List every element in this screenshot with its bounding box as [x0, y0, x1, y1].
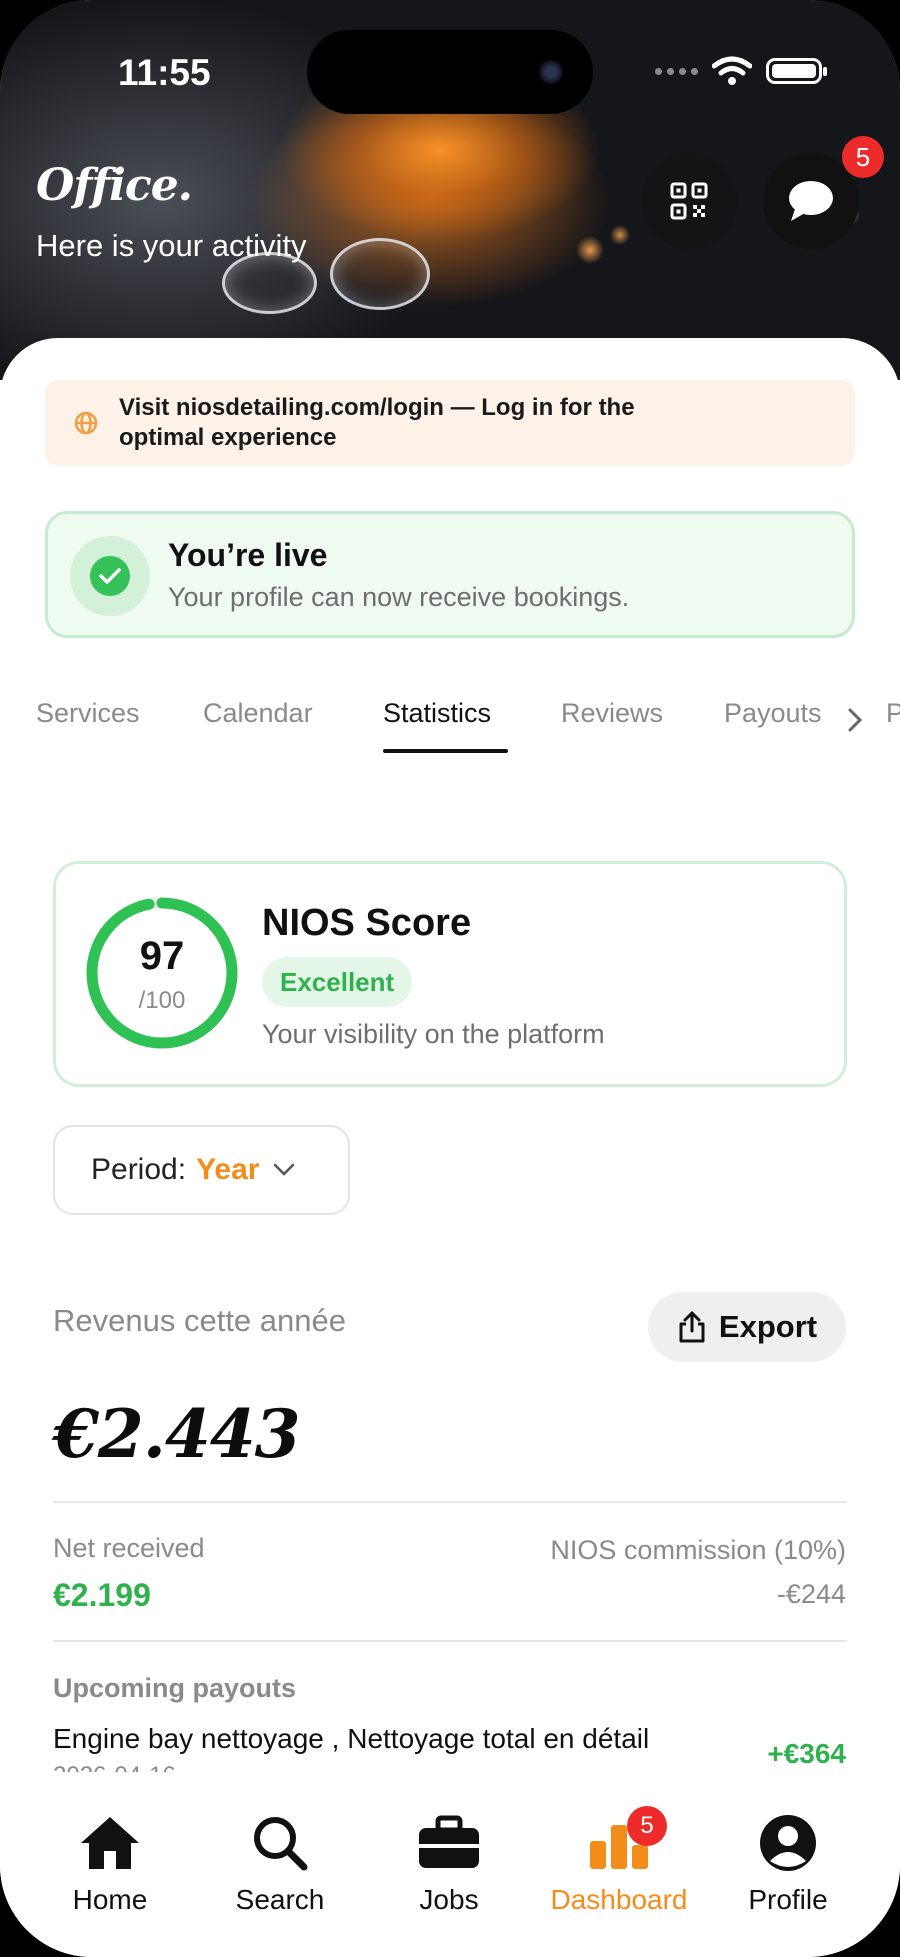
net-received-label: Net received [53, 1533, 205, 1563]
app-screen: 11:55 Office. Here is your activity 5 Vi… [0, 0, 900, 1957]
upcoming-payouts-label: Upcoming payouts [53, 1673, 297, 1703]
score-rating-badge: Excellent [262, 957, 413, 1007]
tab-services[interactable]: Services [36, 698, 140, 729]
headlight-right [330, 238, 430, 310]
export-button[interactable]: Export [648, 1292, 846, 1362]
nav-search-label: Search [235, 1884, 325, 1915]
dashboard-badge: 5 [627, 1806, 667, 1846]
globe-icon [74, 411, 98, 435]
nav-search[interactable]: Search [200, 1808, 360, 1916]
divider [53, 1640, 847, 1642]
score-max: /100 [138, 987, 186, 1014]
search-icon [254, 1817, 308, 1871]
briefcase-icon [419, 1815, 479, 1868]
commission-value: -€244 [776, 1579, 846, 1609]
tab-calendar[interactable]: Calendar [203, 698, 313, 729]
banner-text: Visit niosdetailing.com/login — Log in f… [119, 394, 635, 451]
payout-item-title: Engine bay nettoyage , Nettoyage total e… [53, 1723, 650, 1754]
live-status-card: You’re live Your profile can now receive… [45, 511, 855, 638]
nav-dashboard-label: Dashboard [550, 1884, 688, 1915]
revenue-amount: €2.443 [53, 1395, 301, 1473]
section-tabs: Services Calendar Statistics Reviews Pay… [0, 690, 900, 760]
nav-profile[interactable]: Profile [708, 1808, 868, 1916]
tab-statistics[interactable]: Statistics [383, 698, 491, 729]
chat-bubble-icon [789, 181, 833, 221]
period-label: Period: [91, 1153, 187, 1186]
export-label: Export [718, 1309, 818, 1344]
brand-title: Office. [36, 160, 193, 211]
tab-payouts[interactable]: Payouts [724, 698, 822, 729]
score-title: NIOS Score [262, 902, 472, 944]
commission-label: NIOS commission (10%) [550, 1535, 846, 1565]
dynamic-island [307, 30, 593, 114]
nav-profile-label: Profile [748, 1884, 828, 1915]
score-description: Your visibility on the platform [262, 1019, 605, 1049]
period-value: Year [196, 1153, 260, 1186]
divider [53, 1501, 847, 1503]
user-icon [760, 1815, 816, 1871]
nav-home[interactable]: Home [30, 1808, 190, 1916]
active-tab-indicator [383, 749, 508, 753]
nav-jobs-label: Jobs [419, 1884, 479, 1915]
chevron-down-icon [274, 1163, 295, 1176]
revenue-label: Revenus cette année [53, 1303, 346, 1338]
qr-code-button[interactable] [641, 153, 737, 249]
payout-item-amount: +€364 [767, 1738, 846, 1769]
home-icon [81, 1817, 139, 1869]
live-title: You’re live [168, 537, 328, 573]
score-value: 97 [139, 934, 185, 978]
header-subtitle: Here is your activity [36, 228, 307, 263]
share-icon [679, 1311, 705, 1343]
check-icon [70, 536, 150, 616]
wifi-icon [712, 56, 752, 85]
login-banner[interactable]: Visit niosdetailing.com/login — Log in f… [45, 380, 855, 466]
tab-reviews[interactable]: Reviews [561, 698, 663, 729]
nav-dashboard[interactable]: Dashboard 5 [539, 1806, 699, 1916]
status-time: 11:55 [118, 52, 211, 93]
battery-icon [766, 58, 827, 84]
chevron-right-icon[interactable] [846, 706, 864, 734]
period-selector[interactable]: Period: Year [53, 1125, 350, 1215]
nav-jobs[interactable]: Jobs [369, 1808, 529, 1916]
live-subtitle: Your profile can now receive bookings. [168, 582, 630, 612]
signal-icon [655, 67, 698, 75]
bottom-nav: Home Search Jobs Dashboard 5 Profile [0, 1772, 900, 1957]
tab-next-partial[interactable]: P [886, 698, 900, 729]
qr-code-icon [670, 182, 708, 220]
nav-home-label: Home [72, 1884, 148, 1915]
messages-badge: 5 [842, 136, 884, 178]
net-received-value: €2.199 [53, 1577, 151, 1613]
nios-score-card: 97 /100 NIOS Score Excellent Your visibi… [53, 861, 847, 1087]
status-icons [655, 56, 827, 86]
